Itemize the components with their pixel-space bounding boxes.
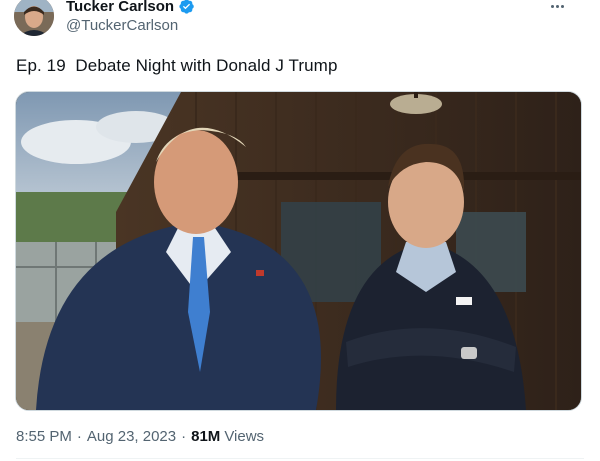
author-handle[interactable]: @TuckerCarlson xyxy=(66,17,195,34)
photo-image xyxy=(16,92,581,410)
divider xyxy=(16,458,584,459)
tweet-meta: 8:55 PM · Aug 23, 2023 · 81M Views xyxy=(16,428,264,445)
meta-separator: · xyxy=(181,428,187,445)
more-options-icon[interactable] xyxy=(546,0,568,14)
tweet-media-photo[interactable] xyxy=(15,91,582,411)
verified-badge-icon xyxy=(178,0,195,15)
tweet-date[interactable]: Aug 23, 2023 xyxy=(87,428,176,445)
author-display-name[interactable]: Tucker Carlson xyxy=(66,0,174,15)
author-names: Tucker Carlson @TuckerCarlson xyxy=(66,0,195,34)
avatar[interactable] xyxy=(14,0,54,36)
tweet: Tucker Carlson @TuckerCarlson Ep. 19 Deb… xyxy=(0,0,600,461)
views-count: 81M xyxy=(191,428,221,445)
views-label: Views xyxy=(224,428,265,445)
tweet-header: Tucker Carlson @TuckerCarlson xyxy=(14,0,586,40)
tweet-time[interactable]: 8:55 PM xyxy=(16,428,72,445)
tweet-text: Ep. 19 Debate Night with Donald J Trump xyxy=(16,56,338,75)
avatar-image xyxy=(14,0,54,36)
meta-separator: · xyxy=(76,428,82,445)
